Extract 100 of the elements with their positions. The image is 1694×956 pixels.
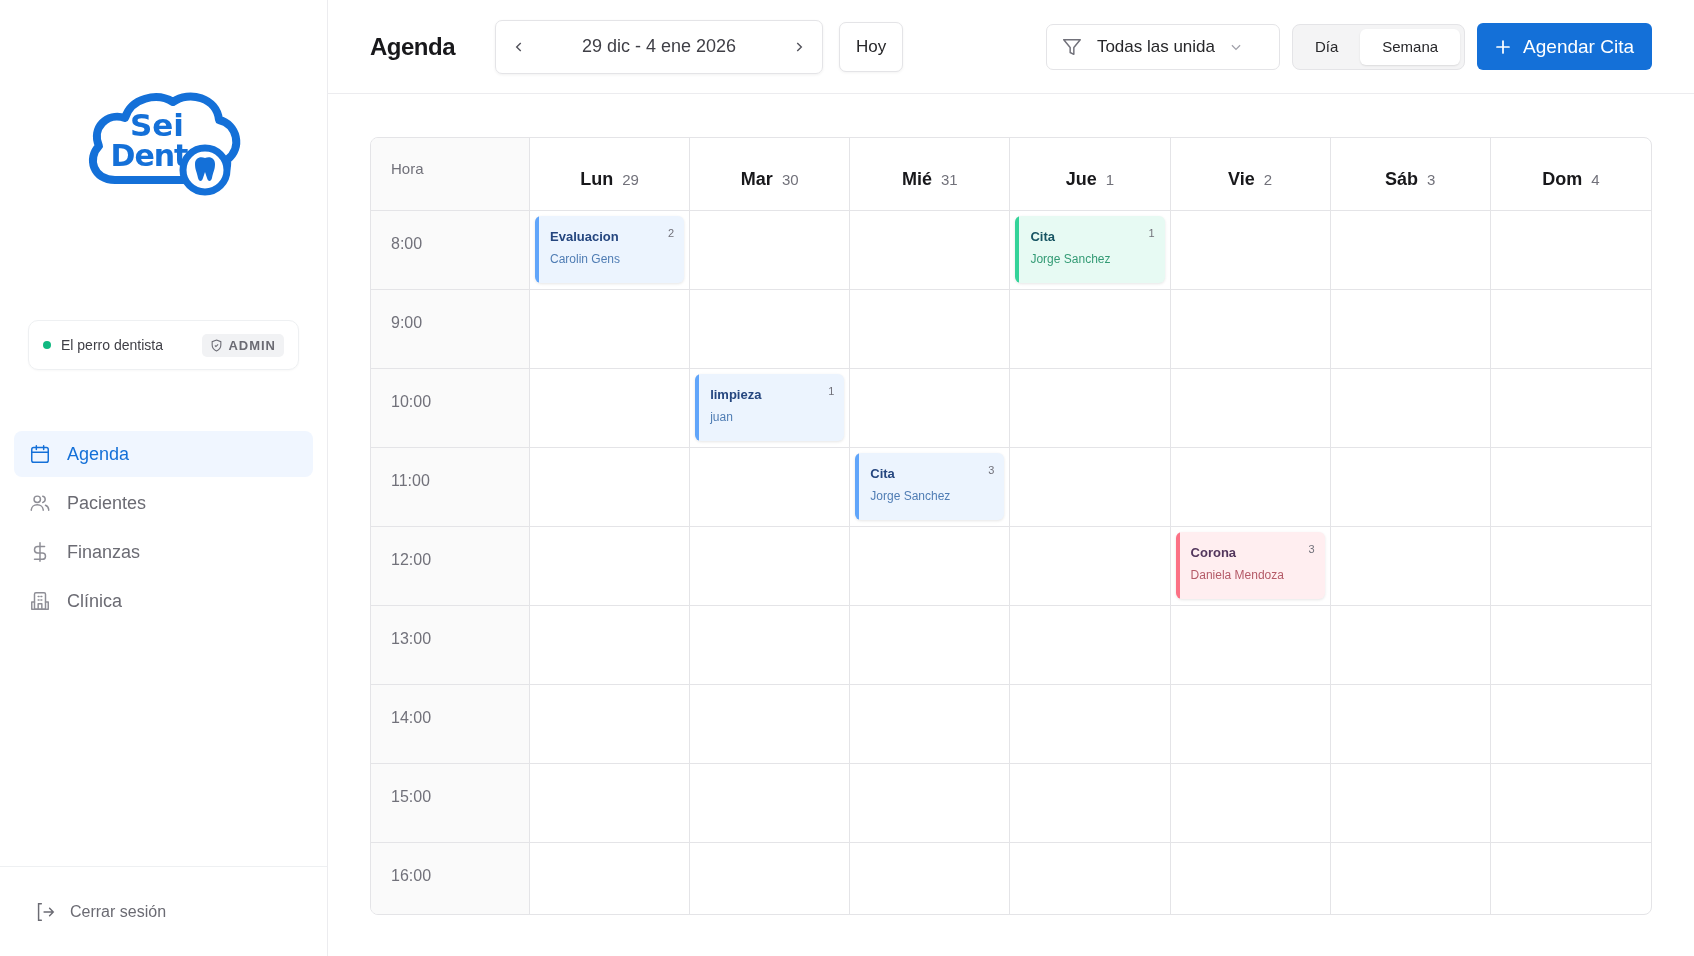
- appointment-card[interactable]: Corona Daniela Mendoza 3: [1175, 532, 1325, 599]
- date-range: 29 dic - 4 ene 2026: [581, 36, 737, 57]
- calendar-slot[interactable]: [1330, 527, 1491, 606]
- calendar-slot[interactable]: Cita Jorge Sanchez 3: [850, 448, 1011, 527]
- calendar-slot[interactable]: Evaluacion Carolin Gens 2: [530, 211, 691, 290]
- calendar-slot[interactable]: [1330, 764, 1491, 843]
- calendar-slot[interactable]: [1010, 290, 1171, 369]
- shield-icon: [210, 338, 224, 352]
- time-label: 14:00: [371, 685, 530, 764]
- day-date: 4: [1591, 170, 1600, 188]
- calendar-slot[interactable]: [1330, 211, 1491, 290]
- calendar-slot[interactable]: [1330, 685, 1491, 764]
- calendar-icon: [29, 443, 51, 465]
- time-label: 16:00: [371, 843, 530, 914]
- calendar-slot[interactable]: [1330, 369, 1491, 448]
- appointment-card[interactable]: limpieza juan 1: [695, 374, 845, 441]
- appointment-title: Cita: [1030, 229, 1055, 244]
- plus-icon: [1495, 38, 1512, 55]
- calendar-slot[interactable]: [530, 290, 691, 369]
- calendar-slot[interactable]: [850, 290, 1011, 369]
- calendar-slot[interactable]: [1170, 211, 1331, 290]
- day-name: Sáb: [1385, 168, 1419, 190]
- calendar-slot[interactable]: limpieza juan 1: [690, 369, 851, 448]
- calendar-slot[interactable]: [690, 764, 851, 843]
- appointment-card[interactable]: Evaluacion Carolin Gens 2: [535, 216, 685, 283]
- calendar-slot[interactable]: [1170, 606, 1331, 685]
- column-header: Hora: [371, 138, 530, 211]
- time-label: 8:00: [371, 211, 530, 290]
- calendar-slot[interactable]: [850, 685, 1011, 764]
- calendar-slot[interactable]: [690, 527, 851, 606]
- calendar-slot[interactable]: [530, 369, 691, 448]
- nav-item[interactable]: Clínica: [14, 578, 313, 624]
- day-name: Vie: [1228, 168, 1255, 190]
- calendar-slot[interactable]: [530, 606, 691, 685]
- today-button[interactable]: Hoy: [839, 21, 904, 72]
- calendar-slot[interactable]: [1010, 527, 1171, 606]
- calendar-slot[interactable]: [690, 290, 851, 369]
- calendar-slot[interactable]: [1010, 369, 1171, 448]
- patient-name: Jorge Sanchez: [1030, 252, 1111, 266]
- calendar-slot[interactable]: Cita Jorge Sanchez 1: [1010, 211, 1171, 290]
- calendar-slot[interactable]: Corona Daniela Mendoza 3: [1170, 527, 1331, 606]
- appointment-card[interactable]: Cita Jorge Sanchez 1: [1015, 216, 1165, 283]
- appointment-card[interactable]: Cita Jorge Sanchez 3: [855, 453, 1005, 520]
- nav-item[interactable]: Pacientes: [14, 480, 313, 526]
- appointment-title: limpieza: [710, 387, 762, 402]
- building-icon: [29, 590, 51, 612]
- calendar-slot[interactable]: [1330, 448, 1491, 527]
- calendar-slot[interactable]: [1170, 685, 1331, 764]
- calendar-slot[interactable]: [1330, 290, 1491, 369]
- appointment-count: 1: [1148, 227, 1155, 239]
- calendar-slot[interactable]: [850, 606, 1011, 685]
- time-label: 10:00: [371, 369, 530, 448]
- time-label: 9:00: [371, 290, 530, 369]
- calendar-slot[interactable]: [1170, 448, 1331, 527]
- calendar-slot[interactable]: [850, 211, 1011, 290]
- role-badge: ADMIN: [202, 333, 284, 357]
- calendar-slot[interactable]: [1010, 764, 1171, 843]
- calendar-slot[interactable]: [850, 527, 1011, 606]
- unit-filter-dropdown[interactable]: Todas las unida: [1045, 23, 1280, 70]
- appointment-count: 3: [1308, 543, 1315, 555]
- day-name: Lun: [580, 168, 614, 190]
- calendar-slot[interactable]: [690, 685, 851, 764]
- calendar-slot[interactable]: [690, 606, 851, 685]
- calendar-slot[interactable]: [850, 764, 1011, 843]
- day-name: Dom: [1542, 168, 1583, 190]
- calendar-slot[interactable]: [530, 527, 691, 606]
- calendar-slot[interactable]: [1010, 685, 1171, 764]
- patient-name: Daniela Mendoza: [1190, 568, 1284, 582]
- time-label: 12:00: [371, 527, 530, 606]
- calendar-slot[interactable]: [1170, 290, 1331, 369]
- nav-item[interactable]: Finanzas: [14, 529, 313, 575]
- calendar-slot[interactable]: [1170, 764, 1331, 843]
- day-date: 29: [622, 170, 639, 188]
- calendar-slot[interactable]: [1330, 606, 1491, 685]
- calendar-slot[interactable]: [530, 764, 691, 843]
- time-label: 13:00: [371, 606, 530, 685]
- calendar-slot[interactable]: [1010, 448, 1171, 527]
- day-date: 3: [1427, 170, 1436, 188]
- appointment-count: 3: [988, 464, 995, 476]
- day-date: 31: [941, 170, 958, 188]
- appointment-count: 2: [668, 227, 675, 239]
- calendar-slot[interactable]: [690, 448, 851, 527]
- logout-link[interactable]: Cerrar sesión: [34, 900, 167, 923]
- calendar-slot[interactable]: [850, 369, 1011, 448]
- time-label: 15:00: [371, 764, 530, 843]
- calendar-slot[interactable]: [530, 685, 691, 764]
- nav-item[interactable]: Agenda: [14, 431, 313, 477]
- calendar-slot[interactable]: [1010, 606, 1171, 685]
- day-name: Jue: [1065, 168, 1097, 190]
- time-label: 11:00: [371, 448, 530, 527]
- user-name: El perro dentista: [61, 337, 163, 353]
- calendar-slot[interactable]: [690, 211, 851, 290]
- appointment-count: 1: [828, 385, 835, 397]
- view-tab[interactable]: Semana: [1360, 28, 1461, 65]
- schedule-appointment-button[interactable]: Agendar Cita: [1477, 23, 1652, 70]
- calendar-slot[interactable]: [530, 448, 691, 527]
- view-tab[interactable]: Día: [1296, 28, 1357, 65]
- calendar-slot[interactable]: [1170, 369, 1331, 448]
- appointment-title: Evaluacion: [550, 229, 619, 244]
- people-icon: [29, 492, 51, 514]
